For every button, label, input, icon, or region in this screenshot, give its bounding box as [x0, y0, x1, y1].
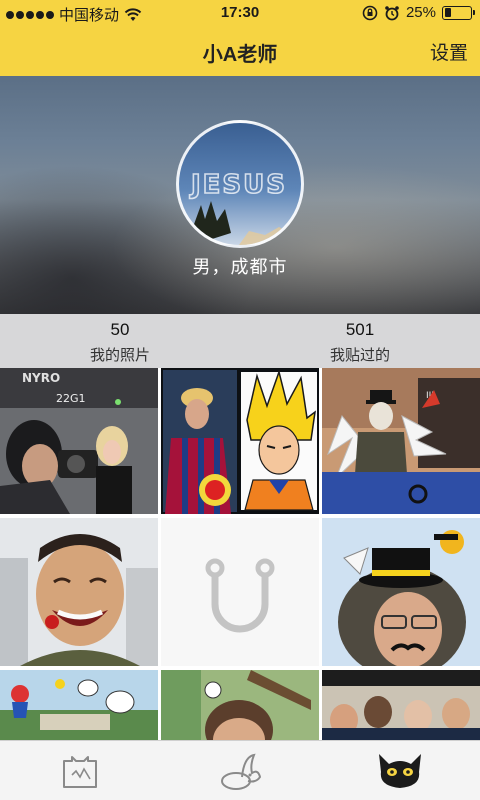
magnet-icon	[161, 518, 319, 666]
rotation-lock-icon	[362, 5, 378, 20]
photo-thumbnail[interactable]	[322, 670, 480, 740]
black-cat-icon	[379, 754, 421, 788]
photo-thumbnail[interactable]: III	[322, 368, 480, 514]
sticker-bunny-icon	[221, 753, 262, 790]
battery-icon	[442, 5, 475, 20]
stats-bar: 50 我的照片 501 我贴过的	[0, 314, 480, 368]
avatar[interactable]: JESUS	[176, 120, 304, 248]
alarm-icon	[385, 5, 399, 20]
top-bar: 中国移动 17:30 25% 小A老师 设置	[0, 0, 480, 76]
photo-thumbnail[interactable]	[161, 670, 319, 740]
status-bar: 中国移动 17:30 25%	[0, 0, 480, 26]
photo-placeholder[interactable]	[161, 518, 319, 666]
photo-sign-number: 22G1	[56, 392, 86, 405]
tab-stickers[interactable]	[160, 747, 320, 795]
profile-header: JESUS 男，成都市	[0, 76, 480, 314]
photo-thumbnail[interactable]	[161, 368, 319, 514]
stickered-label: 我贴过的	[329, 347, 390, 364]
photo-grid: NYRO 22G1 III	[0, 368, 480, 740]
photos-label: 我的照片	[89, 347, 150, 364]
photo-thumbnail[interactable]	[0, 518, 158, 666]
stickered-stat[interactable]: 501 我贴过的	[240, 320, 480, 365]
navigation-bar: 小A老师 设置	[0, 26, 480, 76]
page-title: 小A老师	[202, 44, 278, 66]
my-photos-stat[interactable]: 50 我的照片	[0, 320, 240, 365]
status-right: 25%	[362, 4, 475, 21]
photo-thumbnail[interactable]: NYRO 22G1	[0, 368, 158, 514]
tab-profile[interactable]	[320, 747, 480, 795]
photo-sign-text: NYRO	[22, 371, 60, 385]
battery-level	[444, 8, 451, 17]
photo-thumbnail[interactable]	[0, 670, 158, 740]
tab-photos[interactable]	[0, 747, 160, 795]
tab-bar	[0, 740, 480, 800]
user-info: 男，成都市	[192, 257, 288, 277]
battery-percent: 25%	[405, 4, 436, 21]
photo-frame-icon	[63, 756, 97, 788]
stickered-count: 501	[345, 320, 375, 339]
settings-button[interactable]: 设置	[430, 38, 468, 65]
avatar-skywriting: JESUS	[189, 170, 287, 200]
photos-count: 50	[110, 320, 130, 339]
photo-thumbnail[interactable]	[322, 518, 480, 666]
